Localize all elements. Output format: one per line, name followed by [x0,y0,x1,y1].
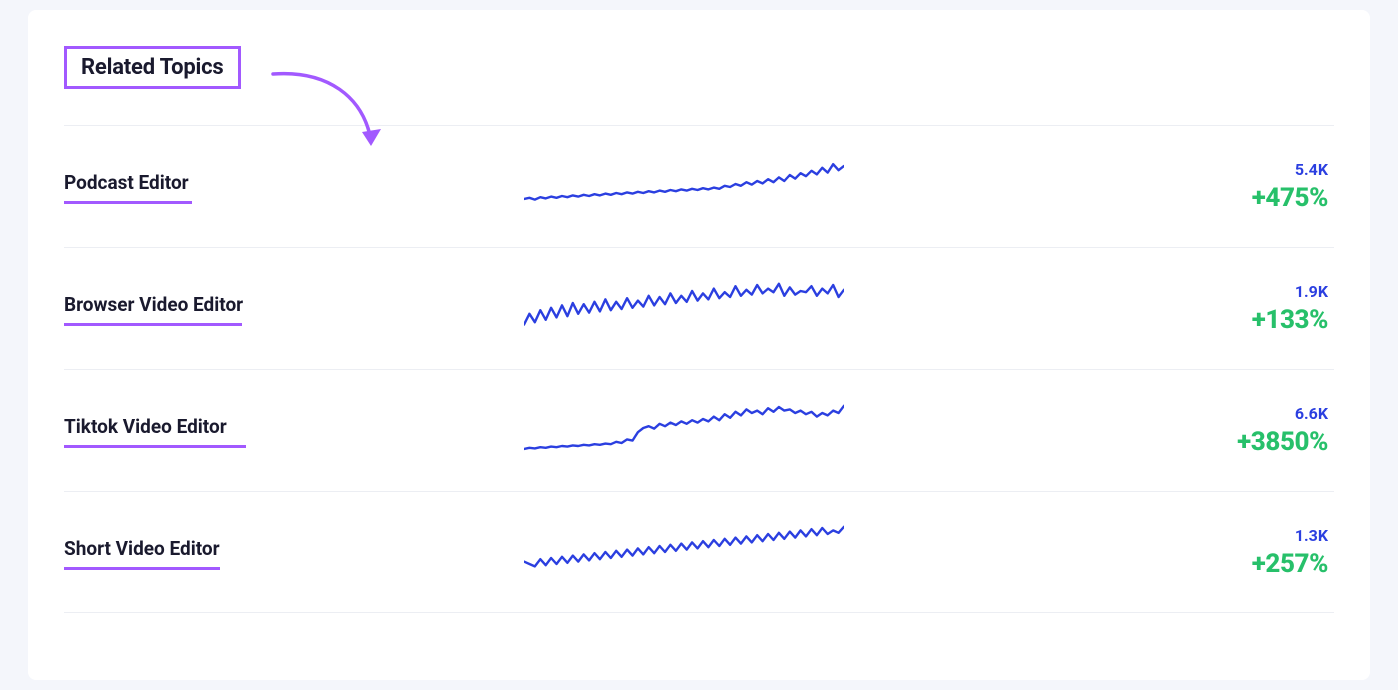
topic-row[interactable]: Browser Video Editor 1.9K +133% [64,247,1334,369]
topic-growth: +475% [854,183,1328,213]
related-topics-card: Related Topics Podcast Editor 5.4K +475%… [28,10,1370,680]
topic-count: 6.6K [854,404,1328,423]
topic-growth: +257% [854,549,1328,579]
topic-label: Tiktok Video Editor [64,415,524,446]
sparkline-chart [524,522,854,582]
topic-row[interactable]: Short Video Editor 1.3K +257% [64,491,1334,613]
topic-label: Podcast Editor [64,171,524,202]
topic-growth: +133% [854,305,1328,335]
sparkline-chart [524,279,854,339]
section-title-highlight: Related Topics [64,46,241,89]
topic-stats: 5.4K +475% [854,160,1334,213]
topic-count: 5.4K [854,160,1328,179]
topic-stats: 1.9K +133% [854,282,1334,335]
topic-list: Podcast Editor 5.4K +475% Browser Video … [64,125,1334,613]
topic-count: 1.9K [854,282,1328,301]
section-title: Related Topics [81,55,224,80]
topic-row[interactable]: Podcast Editor 5.4K +475% [64,125,1334,247]
topic-label: Browser Video Editor [64,293,524,324]
topic-count: 1.3K [854,526,1328,545]
topic-row[interactable]: Tiktok Video Editor 6.6K +3850% [64,369,1334,491]
topic-growth: +3850% [854,427,1328,457]
topic-stats: 6.6K +3850% [854,404,1334,457]
topic-label: Short Video Editor [64,537,524,568]
sparkline-chart [524,157,854,217]
topic-stats: 1.3K +257% [854,526,1334,579]
sparkline-chart [524,401,854,461]
